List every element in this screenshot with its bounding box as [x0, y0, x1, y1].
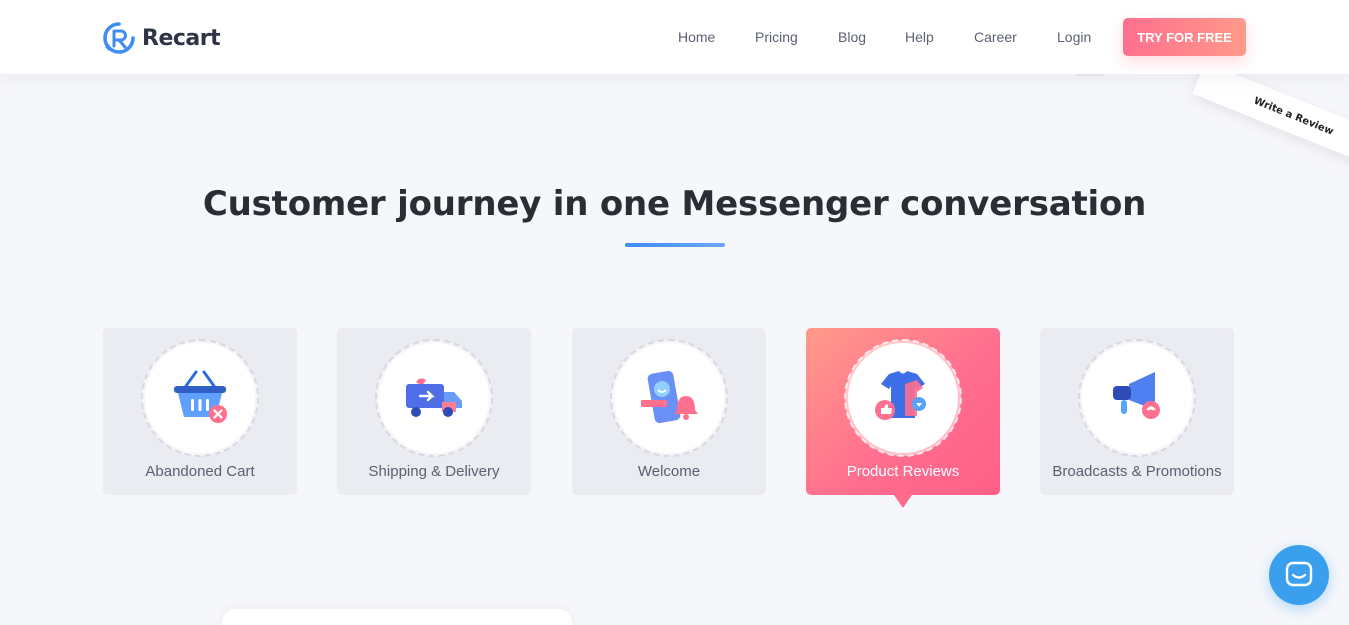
chat-icon	[1285, 561, 1313, 587]
card-product-reviews[interactable]: Product Reviews	[806, 328, 1000, 508]
card-badge	[141, 339, 259, 457]
truck-icon	[406, 378, 462, 417]
card-abandoned-cart[interactable]: Abandoned Cart	[103, 328, 297, 495]
title-underline	[625, 243, 725, 247]
card-label: Product Reviews	[846, 463, 960, 480]
section-title: Customer journey in one Messenger conver…	[202, 184, 1147, 224]
card-shipping-delivery[interactable]: Shipping & Delivery	[337, 328, 531, 495]
card-label: Welcome	[637, 463, 701, 480]
nav-pricing-link[interactable]: Pricing	[755, 29, 798, 45]
basket-icon	[174, 370, 227, 423]
chat-launcher-button[interactable]	[1269, 545, 1329, 605]
nav-help-link[interactable]: Help	[905, 29, 934, 45]
site-header: Recart Home Pricing Blog Help Career Log…	[0, 0, 1349, 74]
write-review-label: Write a Review	[1252, 95, 1336, 138]
card-label: Broadcasts & Promotions	[1052, 463, 1222, 480]
megaphone-icon	[1113, 372, 1160, 419]
write-review-ribbon[interactable]: Write a Review	[1192, 62, 1349, 165]
content-panel-top-edge	[222, 609, 572, 625]
card-broadcasts-promotions[interactable]: Broadcasts & Promotions	[1040, 328, 1234, 495]
tshirt-thumbs-icon	[875, 371, 926, 420]
try-for-free-button[interactable]: TRY FOR FREE	[1123, 18, 1246, 56]
nav-home-link[interactable]: Home	[678, 29, 715, 45]
card-label: Abandoned Cart	[145, 463, 255, 480]
phone-bell-icon	[641, 370, 698, 424]
card-badge	[844, 339, 962, 457]
nav-blog-link[interactable]: Blog	[838, 29, 866, 45]
card-badge	[1078, 339, 1196, 457]
card-label: Shipping & Delivery	[368, 463, 500, 480]
card-badge	[610, 339, 728, 457]
nav-career-link[interactable]: Career	[974, 29, 1017, 45]
nav-login-link[interactable]: Login	[1057, 29, 1091, 45]
card-badge	[375, 339, 493, 457]
card-welcome[interactable]: Welcome	[572, 328, 766, 495]
